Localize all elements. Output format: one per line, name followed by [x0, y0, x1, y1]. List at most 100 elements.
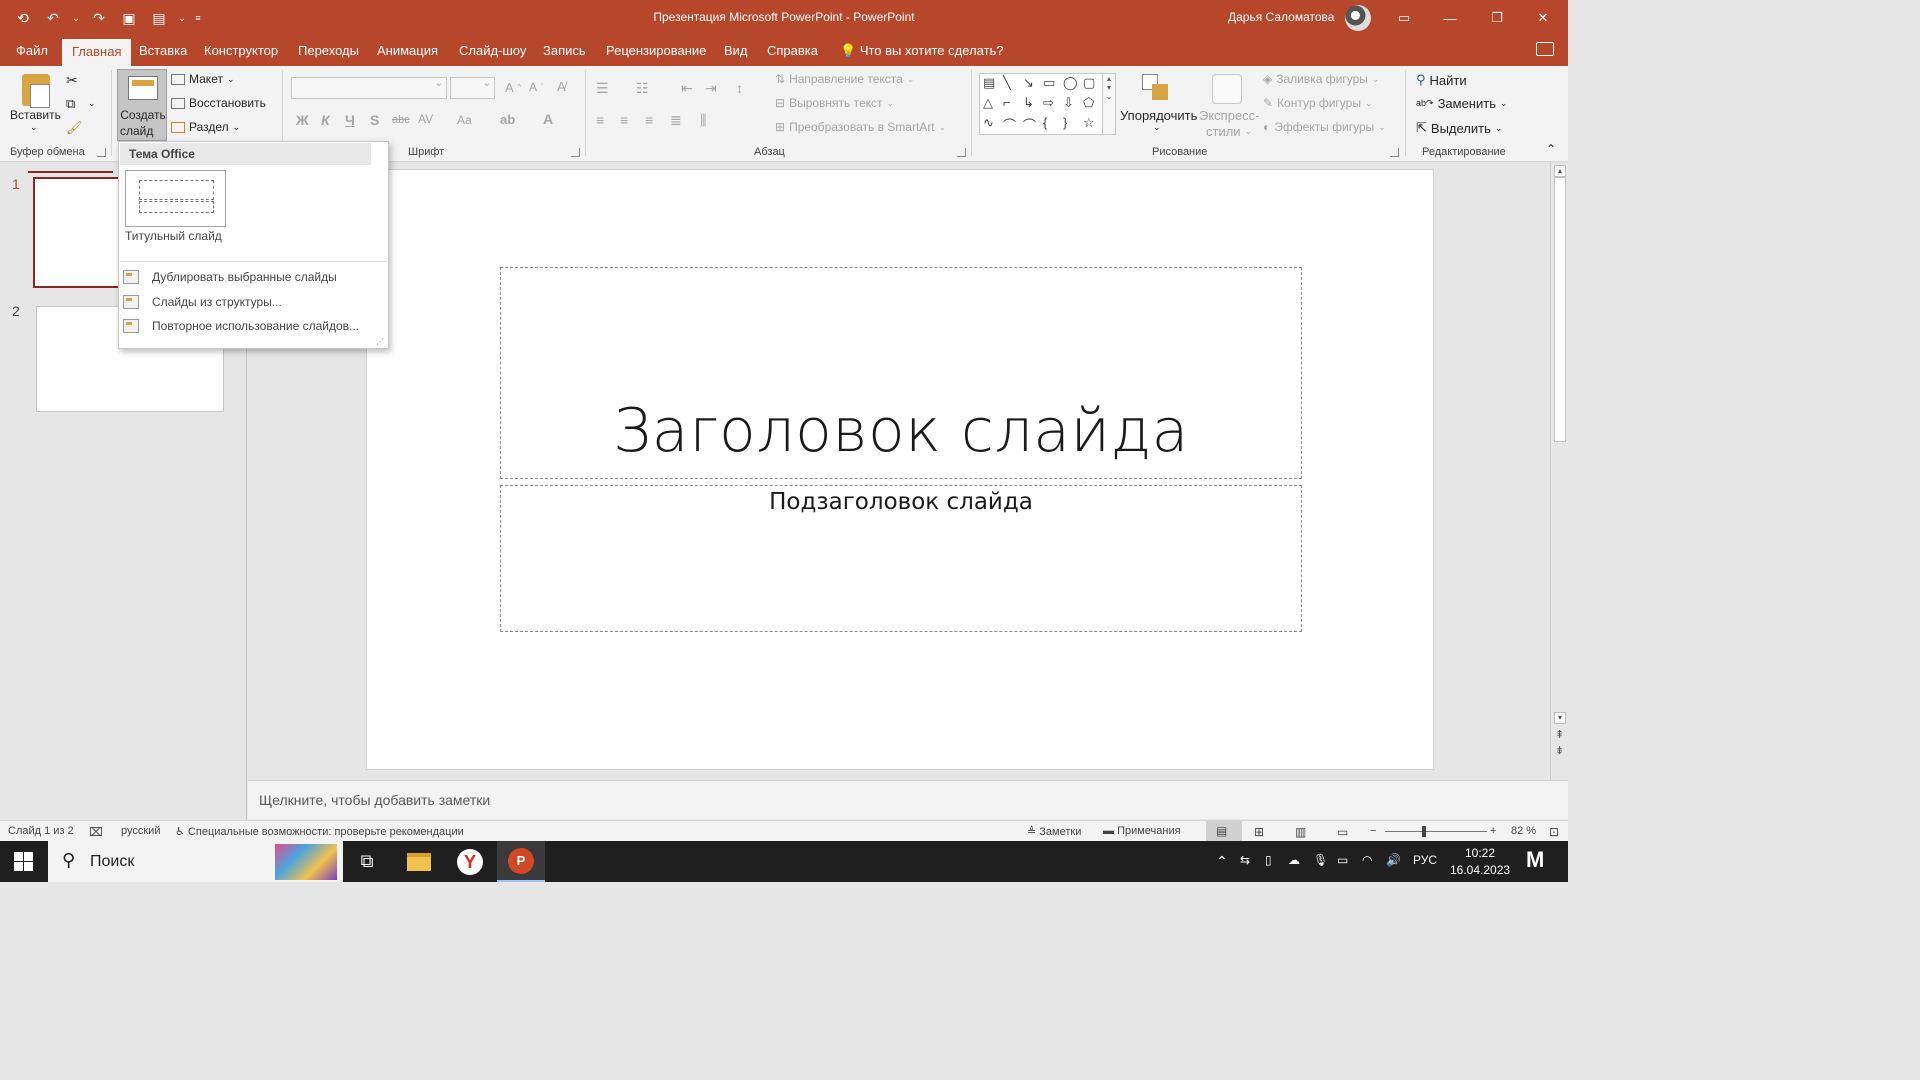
title-placeholder[interactable]: Заголовок слайда [500, 267, 1302, 479]
tab-review[interactable]: Рецензирование [596, 36, 716, 66]
normal-view-button[interactable]: ▤ [1206, 821, 1242, 841]
freeform-shape-icon[interactable]: ⬠ [1083, 95, 1094, 111]
paste-icon[interactable] [22, 74, 50, 108]
reuse-slides-item[interactable]: Повторное использование слайдов... [123, 315, 359, 337]
tab-animations[interactable]: Анимация [367, 36, 448, 66]
tab-design[interactable]: Конструктор [194, 36, 288, 66]
align-text-button[interactable]: ⊟ Выровнять текст ⌄ [775, 96, 894, 110]
copy-icon[interactable]: ⧉ [66, 96, 75, 112]
arrange-button[interactable]: Упорядочить [1120, 108, 1197, 123]
align-right-icon[interactable]: ≡ [645, 112, 653, 128]
section-button[interactable]: Раздел ⌄ [171, 120, 240, 134]
align-center-icon[interactable]: ≡ [620, 112, 628, 128]
scroll-down-icon[interactable]: ▾ [1554, 712, 1566, 724]
tab-help[interactable]: Справка [757, 36, 828, 66]
maximize-icon[interactable]: ❐ [1474, 0, 1520, 36]
yandex-browser-icon[interactable]: Y [446, 841, 494, 882]
rounded-rect-shape-icon[interactable]: ▢ [1083, 75, 1095, 91]
previous-slide-icon[interactable]: ⇞ [1555, 728, 1564, 741]
language-indicator[interactable]: русский [121, 825, 160, 837]
notes-pane[interactable]: Щелкните, чтобы добавить заметки [248, 780, 1568, 819]
columns-icon[interactable]: ⫼ [700, 112, 706, 129]
paste-button[interactable]: Вставить [10, 108, 61, 122]
fit-to-window-icon[interactable]: ⊡ [1549, 825, 1559, 839]
format-painter-icon[interactable]: 🖌 [66, 120, 83, 136]
tab-transitions[interactable]: Переходы [288, 36, 369, 66]
duplicate-slides-item[interactable]: Дублировать выбранные слайды [123, 266, 337, 288]
highlight-icon[interactable]: ab [500, 112, 515, 127]
numbering-icon[interactable]: ☷ [636, 80, 649, 97]
tab-record[interactable]: Запись [533, 36, 596, 66]
shape-fill-button[interactable]: ◈ Заливка фигуры ⌄ [1263, 72, 1379, 86]
show-hidden-icons-icon[interactable]: ⌃ [1216, 853, 1228, 870]
paste-dropdown-icon[interactable]: ⌄ [30, 122, 38, 133]
slide-title[interactable]: Заголовок слайда [501, 396, 1301, 466]
shapes-more-icon[interactable]: ▴ ▾ ⌄ [1102, 73, 1116, 135]
layout-title-slide[interactable] [125, 170, 226, 227]
line-shape-icon[interactable]: ╲ [1003, 75, 1011, 91]
clipboard-launcher-icon[interactable] [97, 148, 106, 157]
shape-outline-button[interactable]: ✎ Контур фигуры ⌄ [1263, 96, 1373, 110]
italic-button[interactable]: К [321, 112, 330, 128]
decrease-indent-icon[interactable]: ⇤ [681, 80, 693, 97]
minimize-icon[interactable]: — [1427, 0, 1473, 36]
font-family-combo[interactable] [291, 77, 447, 99]
tab-view[interactable]: Вид [714, 36, 758, 66]
paragraph-launcher-icon[interactable] [957, 148, 966, 157]
star-shape-icon[interactable]: ☆ [1083, 115, 1095, 131]
reading-view-icon[interactable]: ▥ [1295, 825, 1306, 839]
select-button[interactable]: ⇱ Выделить ⌄ [1416, 120, 1502, 136]
copy-dropdown-icon[interactable]: ⌄ [88, 98, 96, 109]
ribbon-display-options-icon[interactable]: ▭ [1381, 0, 1427, 36]
user-name[interactable]: Дарья Саломатова [1228, 10, 1334, 24]
right-arrow-shape-icon[interactable]: ⇨ [1043, 95, 1054, 111]
new-slide-button[interactable]: Создать слайд ⌄ [117, 69, 167, 151]
scroll-up-icon[interactable]: ▴ [1554, 165, 1566, 177]
clear-formatting-icon[interactable]: A̸ [557, 79, 566, 94]
drawing-launcher-icon[interactable] [1390, 148, 1399, 157]
arrange-dropdown-icon[interactable]: ⌄ [1153, 122, 1161, 133]
resize-grip-icon[interactable]: ⋰ [376, 337, 384, 346]
notification-center-icon[interactable]: M [1526, 847, 1544, 873]
spellcheck-icon[interactable]: ⌧ [89, 825, 103, 839]
settings-sliders-icon[interactable]: ⇆ [1240, 853, 1250, 867]
vertical-scrollbar[interactable]: ▴ ▾ ⇞ ⇟ [1550, 162, 1568, 780]
arc-shape-icon[interactable]: ⌒ [1003, 115, 1016, 134]
change-case-button[interactable]: Aa [457, 113, 472, 127]
line-spacing-icon[interactable]: ↕ [736, 80, 743, 96]
scrollbar-thumb[interactable] [1554, 177, 1566, 442]
taskbar-search[interactable]: ⚲ Поиск [48, 841, 343, 882]
zoom-out-icon[interactable]: − [1370, 825, 1376, 837]
justify-icon[interactable]: ≣ [670, 112, 682, 129]
comments-button[interactable]: ▬ Примечания [1103, 825, 1181, 837]
arc2-shape-icon[interactable]: ⌒ [1023, 115, 1036, 134]
file-explorer-icon[interactable] [395, 841, 443, 882]
slide-canvas[interactable]: Заголовок слайда Подзаголовок слайда [366, 169, 1434, 770]
collapse-ribbon-icon[interactable]: ⌃ [1546, 142, 1556, 156]
slides-from-outline-item[interactable]: Слайды из структуры... [123, 291, 282, 313]
bullets-icon[interactable]: ☰ [596, 80, 609, 97]
notes-button[interactable]: ≜ Заметки [1027, 825, 1081, 838]
align-left-icon[interactable]: ≡ [596, 112, 604, 128]
replace-button[interactable]: ab↷ Заменить ⌄ [1416, 96, 1508, 111]
shapes-gallery[interactable]: ▤ ╲ ↘ ▭ ◯ ▢ △ ⌐ ↳ ⇨ ⇩ ⬠ ∿ ⌒ ⌒ { } ☆ [979, 73, 1103, 135]
avatar[interactable] [1345, 5, 1371, 31]
character-spacing-button[interactable]: AV [418, 112, 433, 126]
powerpoint-taskbar-icon[interactable]: P [497, 841, 545, 882]
quick-styles-button[interactable]: Экспресс- [1199, 108, 1260, 123]
tab-home[interactable]: Главная [62, 39, 132, 66]
quick-styles-button-2[interactable]: стили ⌄ [1206, 124, 1252, 139]
increase-font-icon[interactable]: A ^ [505, 80, 521, 95]
underline-button[interactable]: Ч [345, 112, 355, 128]
font-size-combo[interactable] [450, 77, 495, 99]
curve-shape-icon[interactable]: ∿ [983, 115, 994, 131]
zoom-level[interactable]: 82 % [1511, 825, 1536, 837]
zoom-slider-thumb[interactable] [1422, 826, 1426, 837]
font-color-icon[interactable]: A [543, 111, 553, 127]
left-brace-shape-icon[interactable]: { [1043, 115, 1047, 130]
subtitle-placeholder[interactable]: Подзаголовок слайда [500, 485, 1302, 632]
volume-icon[interactable]: 🔊 [1386, 853, 1401, 867]
connector-shape-icon[interactable]: ⌐ [1003, 95, 1011, 110]
smartart-button[interactable]: ⊞ Преобразовать в SmartArt ⌄ [775, 120, 946, 134]
font-launcher-icon[interactable] [571, 148, 580, 157]
